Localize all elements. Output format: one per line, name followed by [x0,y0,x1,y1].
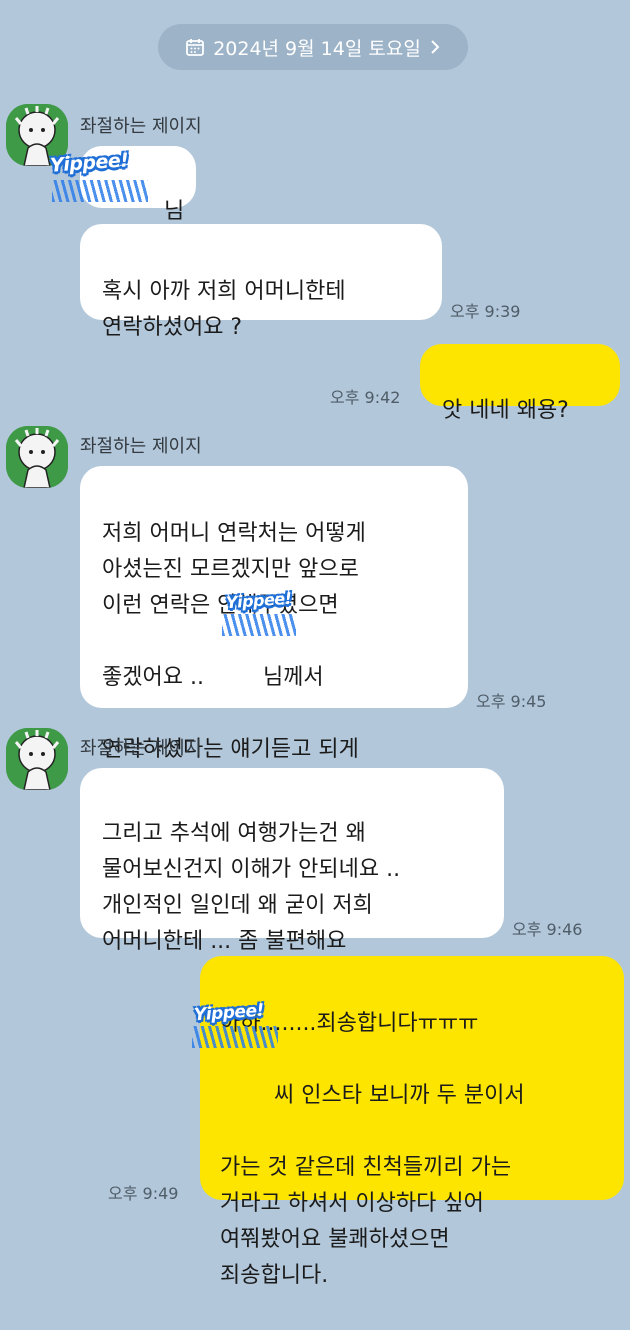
message-text: 님 [164,199,185,224]
message-text-line: 좋겠어요 .. 님께서 [102,665,324,690]
message-time: 오후 9:46 [512,920,583,939]
date-header[interactable]: 2024년 9월 14일 토요일 [158,24,468,70]
avatar[interactable] [6,728,68,790]
message-bubble[interactable]: 혹시 아까 저희 어머니한테 연락하셨어요 ? [80,224,442,340]
sender-name: 좌절하는 제이지 [80,738,202,759]
message-bubble-outgoing[interactable]: 아하........죄송합니다ㅠㅠㅠ 씨 인스타 보니까 두 분이서 가는 것 … [200,956,624,1288]
message-text: 가는 것 같은데 친척들끼리 가는 거라고 하셔서 이상하다 싶어 여쭤봤어요 … [220,1155,512,1288]
sticker-decoration [222,614,296,636]
calendar-icon [186,39,205,56]
message-time: 오후 9:39 [450,302,521,321]
message-text: 그리고 추석에 여행가는건 왜 물어보신건지 이해가 안되네요 .. 개인적인 … [102,821,401,954]
message-time: 오후 9:45 [476,692,547,711]
sender-name: 좌절하는 제이지 [80,116,202,137]
message-bubble[interactable]: 그리고 추석에 여행가는건 왜 물어보신건지 이해가 안되네요 .. 개인적인 … [80,768,504,954]
sticker-decoration [52,180,148,202]
message-text: 앗 네네 왜용? [442,398,569,423]
message-time: 오후 9:49 [108,1184,179,1203]
avatar-character-icon [6,426,68,488]
message-time: 오후 9:42 [330,388,401,407]
message-text-line: 씨 인스타 보니까 두 분이서 [274,1083,525,1108]
chevron-right-icon [431,40,440,54]
message-bubble-outgoing[interactable]: 앗 네네 왜용? [420,344,620,423]
message-text: 혹시 아까 저희 어머니한테 연락하셨어요 ? [102,279,346,340]
sender-name: 좌절하는 제이지 [80,436,202,457]
date-label: 2024년 9월 14일 토요일 [213,37,421,60]
sticker-decoration [192,1026,278,1048]
message-text: 아하........죄송합니다ㅠㅠㅠ [220,1011,479,1036]
avatar[interactable] [6,426,68,488]
yippee-sticker: Yippee! [225,588,293,613]
message-bubble[interactable]: 저희 어머니 연락처는 어떻게 아셨는진 모르겠지만 앞으로 이런 연락은 안해… [80,466,468,798]
avatar-character-icon [6,728,68,790]
